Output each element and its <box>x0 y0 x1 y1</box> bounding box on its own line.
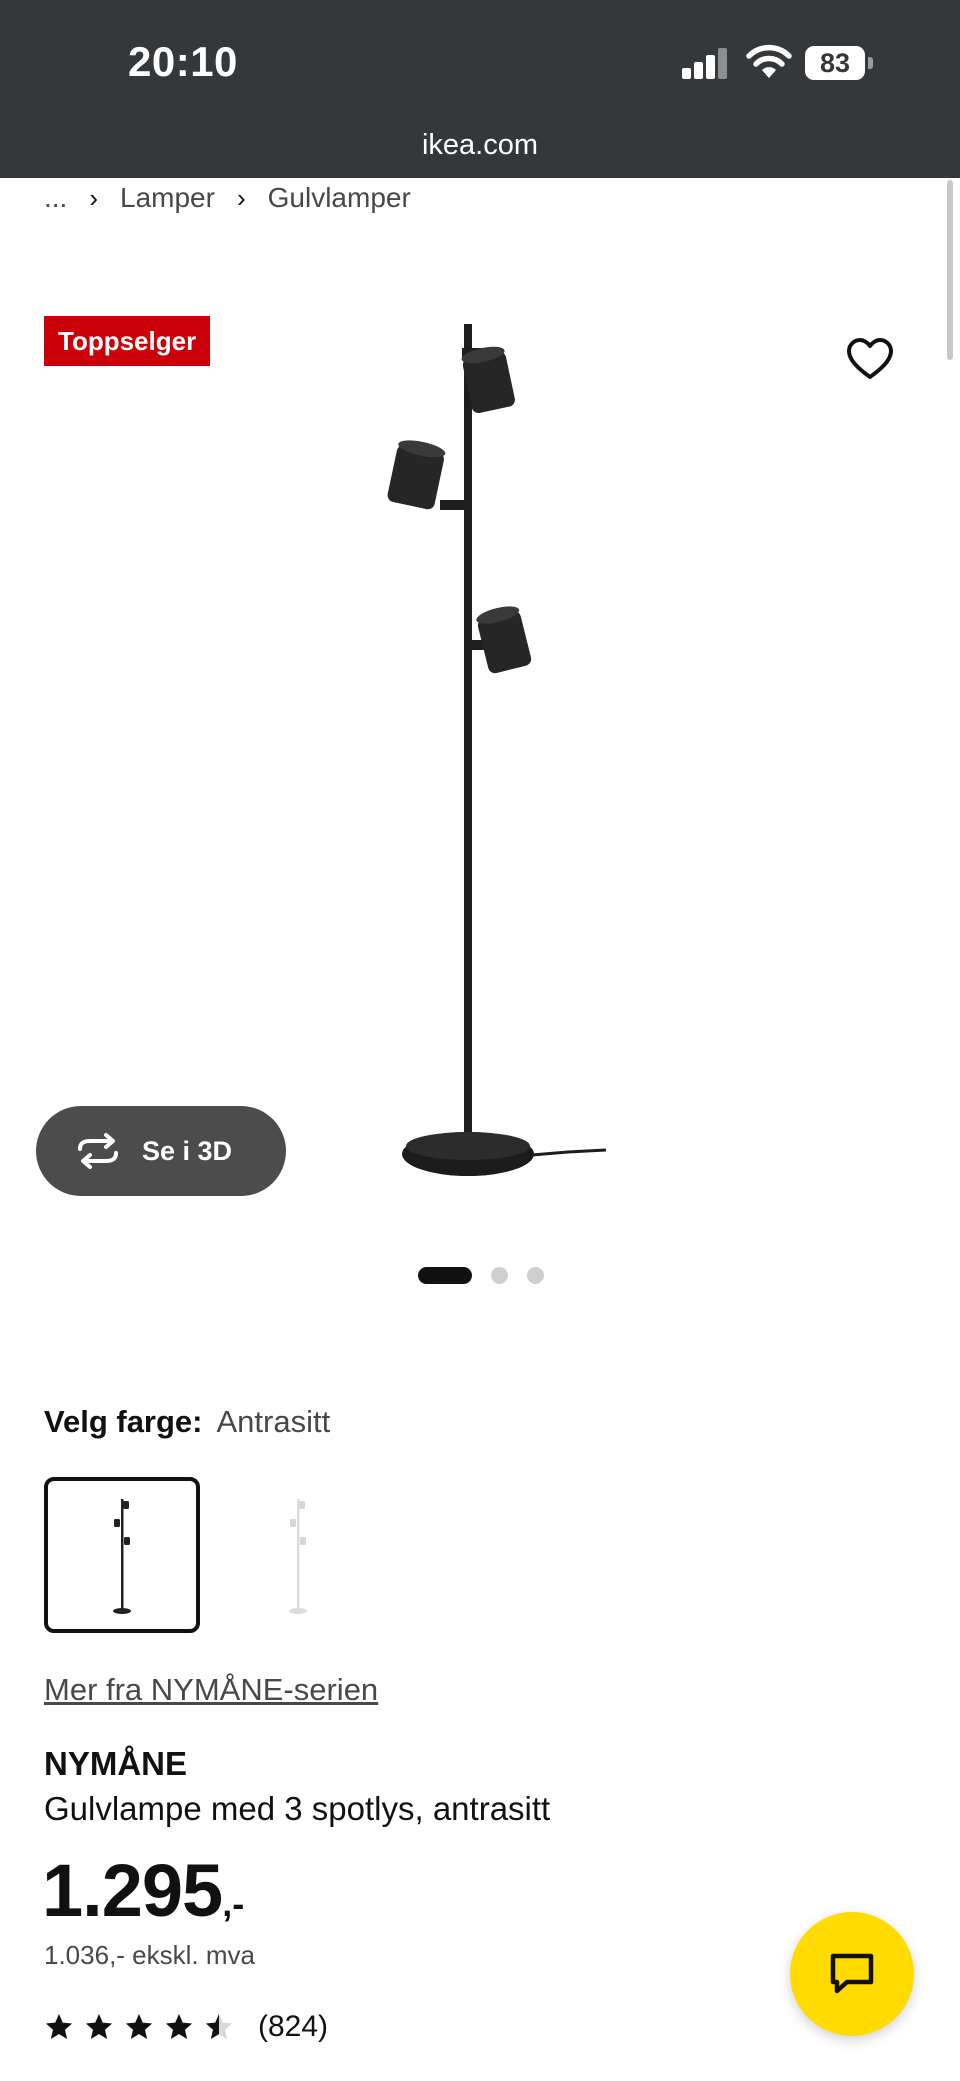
price: 1.295,- <box>42 1848 244 1933</box>
star-icon <box>85 2013 113 2039</box>
star-icon <box>45 2013 73 2039</box>
rating-count: (824) <box>258 2010 329 2043</box>
rotate-icon <box>78 1133 118 1169</box>
series-link[interactable]: Mer fra NYMÅNE-serien <box>44 1672 378 1708</box>
url-bar[interactable]: ikea.com <box>0 130 960 178</box>
rating-stars <box>44 2012 244 2042</box>
selected-color-value: Antrasitt <box>216 1404 331 1439</box>
rating[interactable]: (824) <box>44 2010 328 2044</box>
carousel-dots <box>418 1267 563 1284</box>
status-bar: 20:10 83 <box>0 0 960 130</box>
product-description: Gulvlampe med 3 spotlys, antrasitt <box>44 1790 551 1827</box>
swatch-image-antrasitt <box>113 1499 131 1614</box>
color-swatch-white[interactable] <box>220 1477 376 1633</box>
color-swatch-antrasitt[interactable] <box>44 1477 200 1633</box>
star-icon <box>165 2013 193 2039</box>
chevron-right-icon: › <box>89 182 99 213</box>
chat-icon <box>830 1953 874 1994</box>
heart-icon[interactable] <box>846 337 894 381</box>
carousel-dot-3[interactable] <box>527 1267 544 1284</box>
price-main: 1.295 <box>42 1849 223 1932</box>
product-image[interactable] <box>370 318 610 1198</box>
carousel-dot-1[interactable] <box>418 1267 472 1284</box>
wifi-icon <box>746 44 792 78</box>
signal-icon <box>682 48 727 79</box>
scrollbar[interactable] <box>947 180 953 360</box>
price-suffix: ,- <box>222 1883 245 1924</box>
battery-level: 83 <box>805 46 865 80</box>
star-half-icon <box>205 2013 233 2039</box>
color-label-title: Velg farge: <box>44 1404 203 1439</box>
price-ex-vat: 1.036,- ekskl. mva <box>44 1940 255 1970</box>
chat-button[interactable] <box>790 1912 914 2036</box>
color-label: Velg farge: Antrasitt <box>44 1404 330 1440</box>
breadcrumb: ... › Lamper › Gulvlamper <box>44 178 411 218</box>
view-3d-button[interactable]: Se i 3D <box>36 1106 286 1196</box>
breadcrumb-item-lamper[interactable]: Lamper <box>120 182 215 214</box>
breadcrumb-item-gulvlamper[interactable]: Gulvlamper <box>268 182 411 214</box>
product-name: NYMÅNE <box>44 1745 188 1782</box>
star-icon <box>125 2013 153 2039</box>
top-seller-badge: Toppselger <box>44 316 211 366</box>
chevron-right-icon: › <box>236 182 246 213</box>
view-3d-label: Se i 3D <box>142 1135 233 1166</box>
battery-icon: 83 <box>805 46 873 82</box>
carousel-dot-2[interactable] <box>491 1267 508 1284</box>
swatch-image-white <box>289 1499 307 1614</box>
status-time: 20:10 <box>128 38 238 85</box>
breadcrumb-more[interactable]: ... <box>44 182 67 214</box>
